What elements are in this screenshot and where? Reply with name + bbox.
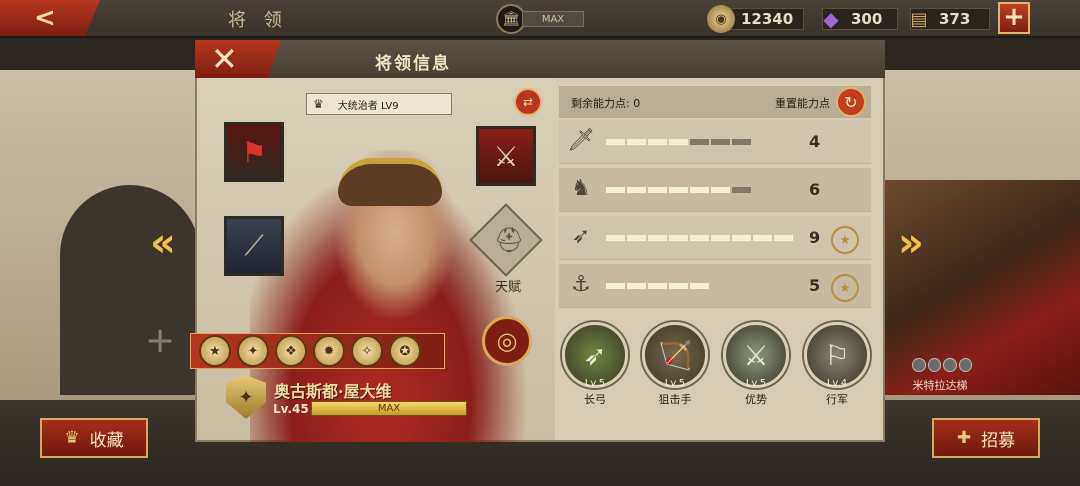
skill-item[interactable]: ⚔ Lv.5 优势: [721, 322, 791, 407]
helmet-icon: ⛑: [494, 226, 525, 254]
stat-row: ➶ 9 ★: [559, 216, 871, 260]
close-icon: ✕: [211, 40, 238, 78]
gem-value: 300: [851, 10, 883, 28]
close-button[interactable]: ✕: [195, 40, 281, 78]
favorite-button[interactable]: ♛ 收藏: [40, 418, 148, 458]
skill-level: Lv.4: [826, 378, 848, 389]
spear-equipment-slot[interactable]: ⟋: [224, 216, 284, 276]
crown-icon: ♛: [313, 97, 324, 111]
gem-counter[interactable]: ◆ 300: [822, 7, 898, 31]
medal-icon[interactable]: ❖: [275, 335, 307, 367]
back-button[interactable]: <: [0, 0, 100, 36]
reset-points-label: 重置能力点: [775, 97, 830, 110]
coin-counter[interactable]: ◉ 12340: [707, 5, 804, 33]
skill-name: 狙击手: [658, 393, 692, 406]
talent-label: 天赋: [495, 280, 522, 295]
reset-points-button[interactable]: ↻: [836, 87, 866, 117]
stat-value: 5: [809, 276, 821, 295]
recruit-button[interactable]: ✚ 招募: [932, 418, 1040, 458]
medal-icon[interactable]: ✹: [313, 335, 345, 367]
recruit-icon: ✚: [956, 428, 972, 448]
anchor-icon: ⚓: [571, 272, 591, 297]
next-hero-rings: [912, 358, 972, 374]
rank-badge[interactable]: ♛ 大统治者 LV9: [306, 93, 452, 115]
skill-name: 长弓: [584, 393, 606, 406]
star-medal-icon[interactable]: ★: [831, 226, 859, 254]
stat-row: 🗡 4: [559, 120, 871, 164]
stat-value: 9: [809, 228, 821, 247]
laurel-wreath: [338, 158, 442, 206]
skill-level: Lv.5: [745, 378, 767, 389]
skill-level: Lv.5: [584, 378, 606, 389]
sword-icon: 🗡: [567, 128, 595, 153]
exp-bar: MAX: [311, 401, 467, 416]
ring-icon: ◎: [496, 327, 518, 355]
locked-hero-silhouette[interactable]: [60, 185, 200, 395]
stat-row: ⚓ 5 ★: [559, 264, 871, 308]
bow-icon: ➶: [571, 224, 591, 249]
stat-row: ♞ 6: [559, 168, 871, 212]
medal-strip: ★ ✦ ❖ ✹ ✧ ✪: [190, 333, 445, 369]
sword-equipment-slot[interactable]: ⚔: [476, 126, 536, 186]
building-level-bar: MAX: [522, 11, 584, 27]
gem-icon: ◆: [823, 7, 839, 31]
spear-icon: ⟋: [244, 229, 264, 262]
recruit-label: 招募: [981, 430, 1016, 451]
ticket-value: 373: [939, 10, 971, 28]
swap-hero-icon[interactable]: ⇄: [514, 88, 542, 116]
wings-icon: ♛: [64, 428, 80, 448]
ring-equipment-slot[interactable]: ◎: [482, 316, 532, 366]
page-title: 将 领: [228, 10, 288, 31]
skill-item[interactable]: ➶ Lv.5 长弓: [560, 322, 630, 407]
plus-icon: +: [145, 320, 176, 361]
stat-value: 4: [809, 132, 821, 151]
horse-icon: ♞: [571, 176, 591, 201]
skill-level: Lv.5: [664, 378, 686, 389]
stat-progress-bar: [606, 139, 751, 145]
next-hero-name: 米特拉达梯: [912, 379, 968, 392]
stat-progress-bar: [606, 187, 751, 193]
medal-icon[interactable]: ✦: [237, 335, 269, 367]
medal-icon[interactable]: ✪: [389, 335, 421, 367]
skill-name: 行军: [826, 393, 848, 406]
prev-hero-chevron-icon[interactable]: «: [150, 220, 176, 266]
skill-item[interactable]: ⚐ Lv.4 行军: [802, 322, 872, 407]
stat-progress-bar: [606, 235, 793, 241]
refresh-icon: ↻: [844, 92, 858, 112]
skill-item[interactable]: 🏹 Lv.5 狙击手: [640, 322, 710, 407]
sword-icon: ⚔: [493, 139, 519, 173]
medal-icon[interactable]: ✧: [351, 335, 383, 367]
dialog-title: 将领信息: [375, 54, 451, 74]
skill-name: 优势: [745, 393, 767, 406]
star-medal-icon[interactable]: ★: [831, 274, 859, 302]
remaining-points-label: 剩余能力点: 0: [571, 97, 641, 110]
banner-equipment-slot[interactable]: ⚑: [224, 122, 284, 182]
ticket-counter[interactable]: ▤ 373: [910, 8, 990, 30]
dialog-header: [195, 40, 885, 78]
add-resource-button[interactable]: +: [998, 2, 1030, 34]
rank-label: 大统治者 LV9: [337, 100, 399, 112]
medal-icon[interactable]: ★: [199, 335, 231, 367]
hero-level: Lv.45: [273, 402, 309, 416]
stat-progress-bar: [606, 283, 709, 289]
coin-icon: ◉: [707, 5, 735, 33]
chevron-left-icon: <: [34, 3, 56, 33]
coin-value: 12340: [741, 10, 794, 28]
stat-value: 6: [809, 180, 821, 199]
ticket-icon: ▤: [910, 8, 928, 30]
hero-name: 奥古斯都·屋大维: [274, 382, 392, 401]
next-hero-chevron-icon[interactable]: »: [898, 220, 924, 266]
favorite-label: 收藏: [89, 430, 124, 451]
banner-icon: ⚑: [241, 135, 267, 169]
